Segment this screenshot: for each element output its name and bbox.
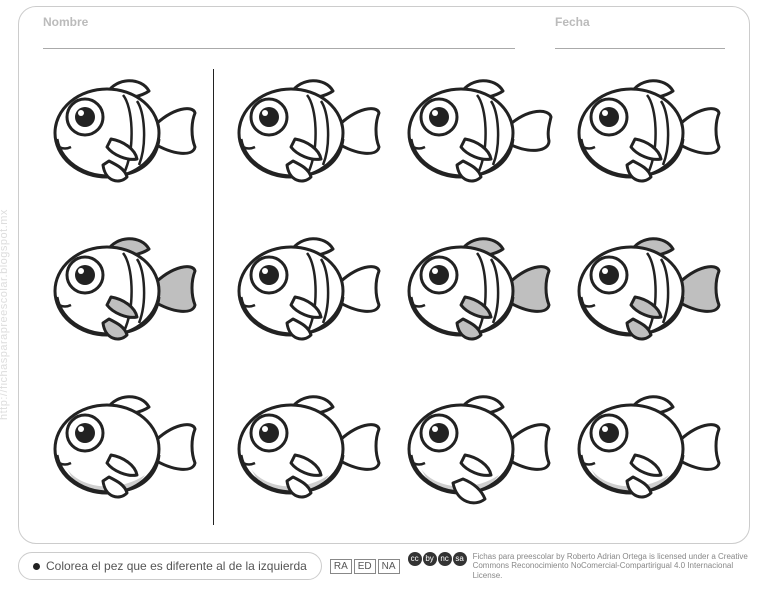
date-field: Fecha <box>555 15 725 49</box>
reference-fish <box>45 67 205 207</box>
name-field: Nombre <box>43 15 515 49</box>
instruction-box: Colorea el pez que es diferente al de la… <box>18 552 322 580</box>
cc-nc-icon: nc <box>438 552 452 566</box>
date-input-line[interactable] <box>555 33 725 49</box>
date-label: Fecha <box>555 15 725 29</box>
badge-ed: ED <box>354 559 376 574</box>
badge-na: NA <box>378 559 400 574</box>
option-fish[interactable] <box>229 225 389 365</box>
option-fish[interactable] <box>569 225 729 365</box>
worksheet-frame: Nombre Fecha <box>18 6 750 544</box>
option-fish[interactable] <box>399 383 559 523</box>
fish-grid <box>41 67 731 537</box>
option-fish[interactable] <box>569 383 729 523</box>
option-fish[interactable] <box>229 67 389 207</box>
cc-cc-icon: cc <box>408 552 422 566</box>
cc-by-icon: by <box>423 552 437 566</box>
watermark-url: http://fichasparapreescolar.blogspot.mx <box>0 209 10 420</box>
instruction-text: Colorea el pez que es diferente al de la… <box>46 559 307 573</box>
name-input-line[interactable] <box>43 33 515 49</box>
cc-icons: ccbyncsa <box>408 552 467 566</box>
cc-sa-icon: sa <box>453 552 467 566</box>
option-fish[interactable] <box>399 67 559 207</box>
license-text: Fichas para preescolar by Roberto Adrian… <box>473 552 750 581</box>
reference-fish <box>45 225 205 365</box>
fish-grid-area <box>41 67 731 537</box>
footer: Colorea el pez que es diferente al de la… <box>18 548 750 584</box>
header: Nombre Fecha <box>19 7 749 49</box>
reference-fish <box>45 383 205 523</box>
badge-group: RAEDNA <box>330 559 400 574</box>
badge-ra: RA <box>330 559 352 574</box>
option-fish[interactable] <box>569 67 729 207</box>
option-fish[interactable] <box>229 383 389 523</box>
option-fish[interactable] <box>399 225 559 365</box>
name-label: Nombre <box>43 15 515 29</box>
bullet-icon <box>33 563 40 570</box>
